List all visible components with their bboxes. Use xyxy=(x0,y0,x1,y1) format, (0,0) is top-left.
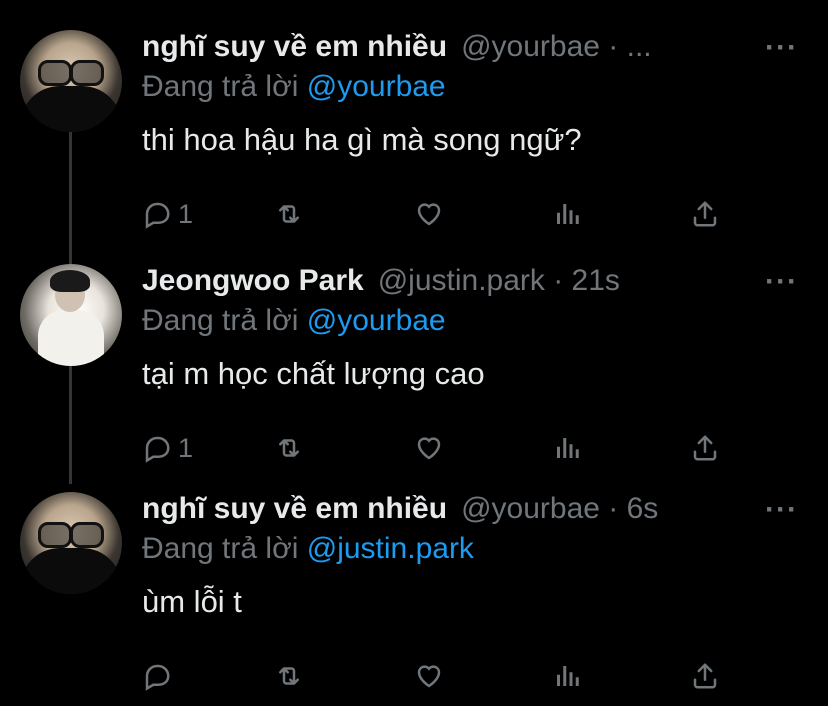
retweet-button[interactable] xyxy=(274,194,304,234)
retweet-icon xyxy=(279,439,299,457)
views-button[interactable] xyxy=(552,194,582,234)
action-bar: 1 xyxy=(142,428,742,468)
avatar[interactable] xyxy=(20,30,122,132)
more-icon[interactable]: ··· xyxy=(765,33,798,63)
more-icon[interactable]: ··· xyxy=(765,495,798,525)
share-icon xyxy=(693,201,717,227)
tweet-header: Jeongwoo Park @justin.park · 21s xyxy=(142,264,620,304)
replying-to: Đang trả lời @yourbae xyxy=(142,304,446,338)
replying-to: Đang trả lời @yourbae xyxy=(142,70,446,104)
views-icon xyxy=(557,438,579,458)
handle-time[interactable]: @yourbae · ... xyxy=(461,30,652,64)
share-icon xyxy=(693,663,717,689)
tweet-text: ùm lỗi t xyxy=(142,584,242,619)
like-icon xyxy=(417,665,441,688)
handle-time[interactable]: @yourbae · 6s xyxy=(461,492,658,526)
reply-icon xyxy=(145,202,170,229)
like-button[interactable] xyxy=(414,656,444,696)
tweet-header: nghĩ suy về em nhiều @yourbae · ... xyxy=(142,30,652,70)
views-button[interactable] xyxy=(552,428,582,468)
reply-count: 1 xyxy=(178,198,194,229)
reply-button[interactable] xyxy=(142,656,178,696)
display-name[interactable]: Jeongwoo Park xyxy=(142,264,364,298)
avatar[interactable] xyxy=(20,492,122,594)
share-button[interactable] xyxy=(690,194,720,234)
retweet-button[interactable] xyxy=(274,656,304,696)
handle-time[interactable]: @justin.park · 21s xyxy=(378,264,620,298)
mention-link[interactable]: @yourbae xyxy=(307,70,446,103)
avatar-glasses xyxy=(38,60,104,86)
views-icon xyxy=(557,204,579,224)
share-button[interactable] xyxy=(690,656,720,696)
reply-button[interactable]: 1 xyxy=(142,194,193,234)
retweet-icon xyxy=(279,205,299,223)
more-icon[interactable]: ··· xyxy=(765,267,798,297)
display-name[interactable]: nghĩ suy về em nhiều xyxy=(142,30,447,64)
tweet-header: nghĩ suy về em nhiều @yourbae · 6s xyxy=(142,492,658,532)
reply-icon xyxy=(145,664,170,691)
tweet-text: tại m học chất lượng cao xyxy=(142,356,485,391)
avatar-glasses xyxy=(38,522,104,548)
replying-prefix: Đang trả lời xyxy=(142,70,299,103)
avatar-hair xyxy=(50,270,90,292)
like-icon xyxy=(417,437,441,460)
like-button[interactable] xyxy=(414,428,444,468)
replying-prefix: Đang trả lời xyxy=(142,532,299,565)
tweet-text: thi hoa hậu ha gì mà song ngữ? xyxy=(142,122,582,157)
avatar-coat xyxy=(20,548,122,594)
share-icon xyxy=(693,435,717,461)
avatar[interactable] xyxy=(20,264,122,366)
reply-button[interactable]: 1 xyxy=(142,428,193,468)
retweet-icon xyxy=(279,667,299,685)
like-button[interactable] xyxy=(414,194,444,234)
views-button[interactable] xyxy=(552,656,582,696)
reply-count: 1 xyxy=(178,432,194,463)
mention-link[interactable]: @justin.park xyxy=(307,532,474,565)
action-bar: 1 xyxy=(142,194,742,234)
action-bar xyxy=(142,656,742,696)
like-icon xyxy=(417,203,441,226)
replying-prefix: Đang trả lời xyxy=(142,304,299,337)
views-icon xyxy=(557,666,579,686)
retweet-button[interactable] xyxy=(274,428,304,468)
replying-to: Đang trả lời @justin.park xyxy=(142,532,474,566)
reply-icon xyxy=(145,436,170,463)
share-button[interactable] xyxy=(690,428,720,468)
mention-link[interactable]: @yourbae xyxy=(307,304,446,337)
avatar-shirt xyxy=(38,310,104,366)
display-name[interactable]: nghĩ suy về em nhiều xyxy=(142,492,447,526)
avatar-coat xyxy=(20,86,122,132)
